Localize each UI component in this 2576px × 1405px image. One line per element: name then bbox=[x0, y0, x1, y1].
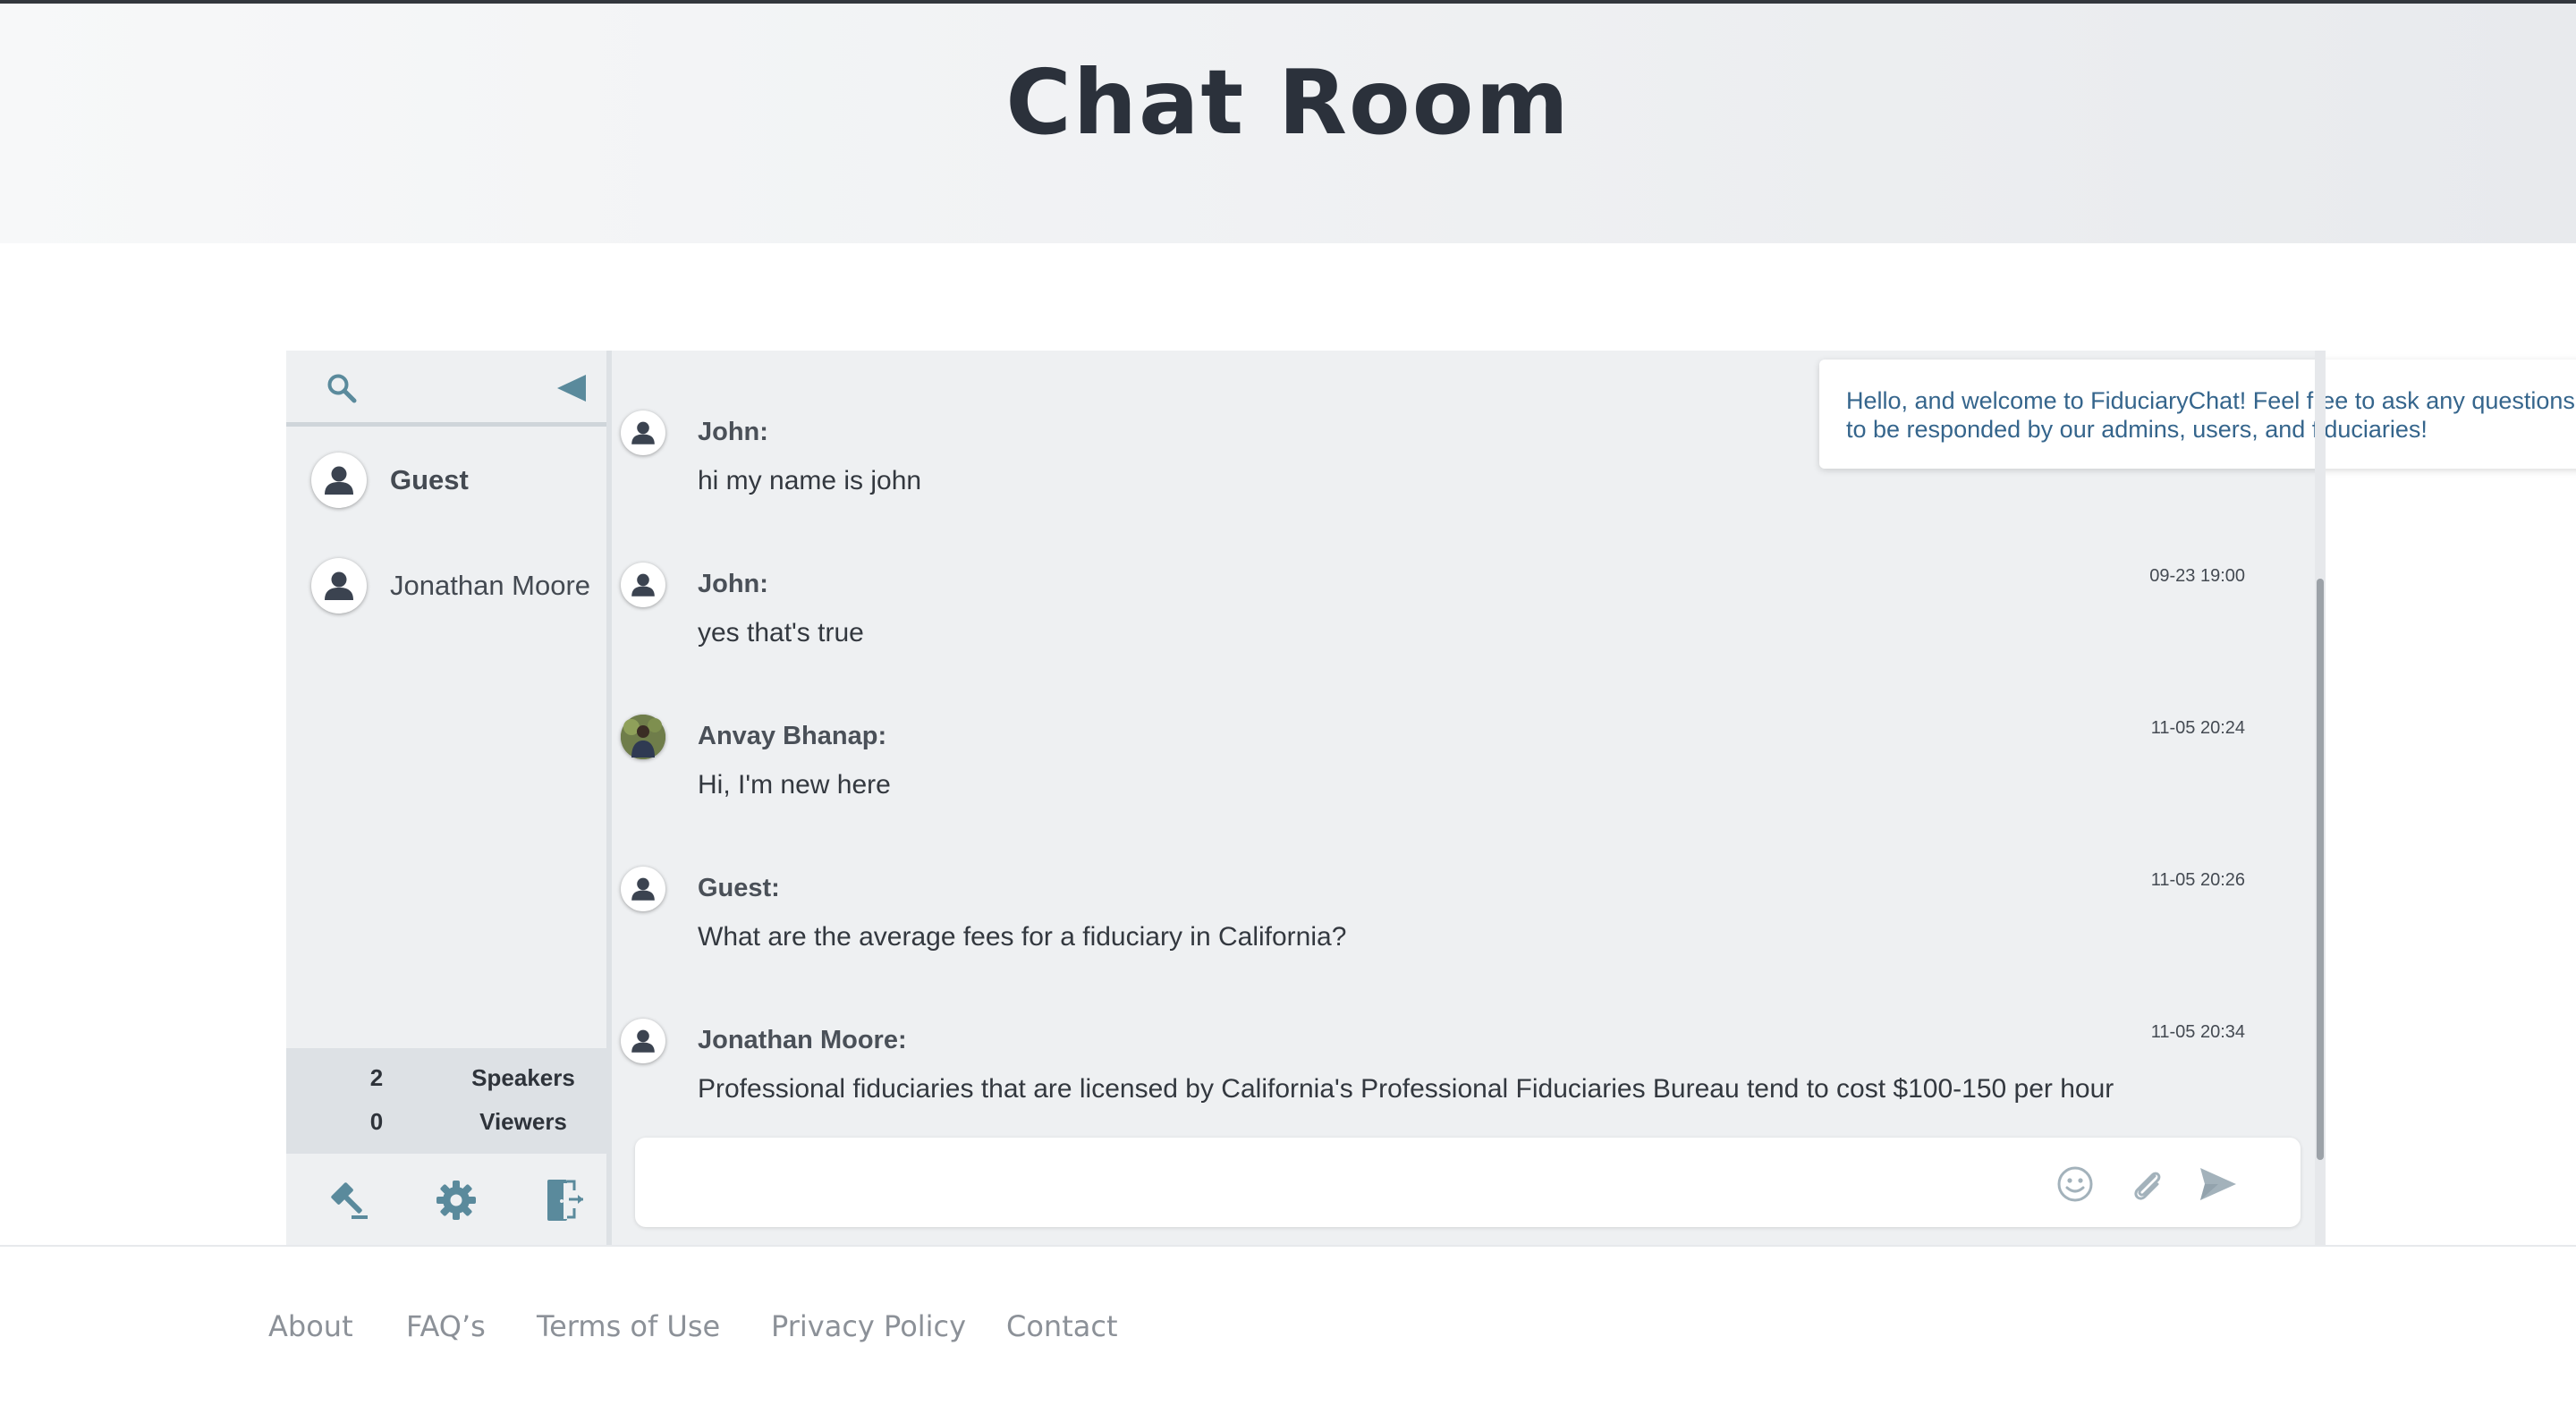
message-author: Anvay Bhanap: bbox=[698, 722, 887, 750]
message: Guest: What are the average fees for a f… bbox=[621, 847, 2275, 981]
message-input[interactable] bbox=[662, 1159, 2007, 1207]
send-icon[interactable] bbox=[2195, 1161, 2241, 1207]
message-text: Hi, I'm new here bbox=[698, 770, 891, 800]
message-author: John: bbox=[698, 570, 768, 598]
gavel-icon[interactable] bbox=[324, 1175, 374, 1225]
sidebar-search-bar[interactable] bbox=[286, 351, 606, 427]
user-avatar-icon bbox=[311, 453, 367, 508]
sidebar-user-guest[interactable]: Guest bbox=[311, 449, 597, 512]
user-avatar-icon bbox=[621, 867, 665, 911]
sidebar-toolbar bbox=[286, 1155, 606, 1245]
viewers-count: 0 bbox=[369, 1108, 384, 1135]
message-text: Professional fiduciaries that are licens… bbox=[698, 1074, 2114, 1104]
message-text: hi my name is john bbox=[698, 466, 922, 495]
message-author: John: bbox=[698, 418, 768, 446]
speakers-count: 2 bbox=[369, 1064, 384, 1091]
message-scrollbar-thumb[interactable] bbox=[2317, 579, 2324, 1160]
page-title: Chat Room bbox=[1005, 50, 1571, 155]
sidebar-user-name: Jonathan Moore bbox=[390, 570, 591, 601]
footer-link-contact[interactable]: Contact bbox=[1006, 1309, 1118, 1343]
message-time: 11-05 20:34 bbox=[2150, 1022, 2245, 1042]
message-text: yes that's true bbox=[698, 618, 864, 647]
emoji-icon[interactable] bbox=[2054, 1163, 2097, 1206]
collapse-triangle-icon[interactable] bbox=[553, 370, 590, 406]
welcome-notice: Hello, and welcome to FiduciaryChat! Fee… bbox=[1819, 360, 2576, 469]
page-header: Chat Room bbox=[0, 4, 2576, 243]
chat-panel: Guest Jonathan Moore 2 Speakers 0 Viewer… bbox=[286, 351, 2576, 1245]
sidebar-user-jonathan-moore[interactable]: Jonathan Moore bbox=[311, 554, 597, 617]
message-author: Guest: bbox=[698, 874, 780, 902]
welcome-text: Hello, and welcome to FiduciaryChat! Fee… bbox=[1846, 387, 2575, 443]
profile-photo-avatar bbox=[621, 715, 665, 759]
viewers-label: Viewers bbox=[479, 1108, 567, 1135]
page-footer: About FAQ’s Terms of Use Privacy Policy … bbox=[0, 1245, 2576, 1405]
message: John: yes that's true 09-23 19:00 bbox=[621, 543, 2275, 677]
message: Jonathan Moore: Professional fiduciaries… bbox=[621, 999, 2275, 1133]
footer-link-about[interactable]: About bbox=[268, 1309, 353, 1343]
paperclip-icon[interactable] bbox=[2125, 1163, 2168, 1206]
user-avatar-icon bbox=[621, 563, 665, 607]
speakers-stat: 2 Speakers bbox=[286, 1064, 606, 1100]
user-avatar-icon bbox=[621, 1019, 665, 1063]
message-author: Jonathan Moore: bbox=[698, 1026, 907, 1054]
room-stats: 2 Speakers 0 Viewers bbox=[286, 1048, 606, 1154]
gear-icon[interactable] bbox=[431, 1175, 481, 1225]
user-avatar-icon bbox=[311, 558, 367, 614]
footer-link-faqs[interactable]: FAQ’s bbox=[406, 1309, 486, 1343]
message-text: What are the average fees for a fiduciar… bbox=[698, 922, 1347, 952]
message: Anvay Bhanap: Hi, I'm new here 11-05 20:… bbox=[621, 695, 2275, 829]
viewers-stat: 0 Viewers bbox=[286, 1108, 606, 1144]
footer-link-terms[interactable]: Terms of Use bbox=[537, 1309, 720, 1343]
exit-door-icon[interactable] bbox=[538, 1175, 589, 1225]
user-sidebar: Guest Jonathan Moore 2 Speakers 0 Viewer… bbox=[286, 351, 612, 1245]
speakers-label: Speakers bbox=[471, 1064, 575, 1091]
message-time: 11-05 20:24 bbox=[2150, 718, 2245, 738]
sidebar-user-name: Guest bbox=[390, 464, 469, 495]
message-time: 09-23 19:00 bbox=[2149, 566, 2245, 586]
message-time: 11-05 20:26 bbox=[2150, 870, 2245, 890]
footer-link-privacy[interactable]: Privacy Policy bbox=[771, 1309, 966, 1343]
message-composer bbox=[635, 1138, 2301, 1227]
message-area: John: hi my name is john John: yes that'… bbox=[612, 351, 2576, 1245]
search-icon[interactable] bbox=[324, 370, 360, 406]
user-avatar-icon bbox=[621, 410, 665, 455]
